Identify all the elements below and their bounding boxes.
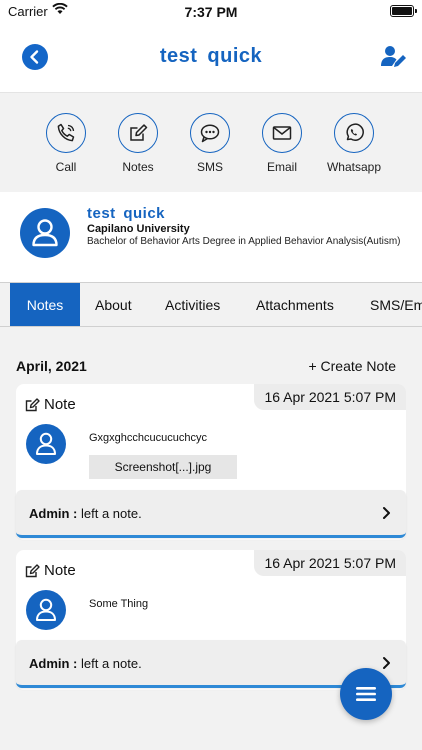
note-type-label: Note (44, 562, 76, 579)
edit-icon (25, 397, 40, 411)
avatar (20, 208, 70, 258)
chat-bubble-icon (200, 124, 220, 143)
note-type-label: Note (44, 396, 76, 413)
note-date: 16 Apr 2021 5:07 PM (254, 384, 406, 410)
tab-activities[interactable]: Activities (165, 283, 220, 326)
notes-label: Notes (122, 160, 154, 174)
user-icon (32, 219, 58, 247)
avatar (26, 590, 66, 630)
user-edit-icon[interactable] (380, 44, 408, 70)
tab-bar: Notes About Activities Attachments SMS/E… (0, 282, 422, 327)
note-card[interactable]: 16 Apr 2021 5:07 PM Note Gxgxghcchcucucu… (16, 384, 406, 540)
envelope-icon (272, 126, 292, 140)
month-heading: April, 2021 (16, 358, 87, 374)
sms-label: SMS (196, 160, 223, 174)
edit-icon (130, 124, 148, 141)
quick-actions: Call Notes SMS Email Whatsapp (0, 92, 422, 192)
note-action: left a note. (81, 506, 142, 521)
create-note-button[interactable]: + Create Note (308, 358, 396, 374)
page-title: test quick (159, 45, 263, 67)
call-label: Call (55, 160, 77, 174)
navigation-bar: test quick (0, 24, 422, 92)
sms-button[interactable] (190, 113, 230, 153)
tab-sms-email[interactable]: SMS/Em (370, 283, 422, 326)
contact-name: test quick (87, 205, 166, 222)
tab-notes[interactable]: Notes (10, 283, 80, 326)
note-text: Some Thing (89, 598, 149, 610)
notes-button[interactable] (118, 113, 158, 153)
attachment-chip[interactable]: Screenshot[...].jpg (89, 455, 237, 479)
note-footer-text: Admin : left a note. (29, 656, 142, 671)
menu-icon (356, 687, 376, 701)
whatsapp-icon (346, 123, 364, 141)
contact-degree: Bachelor of Behavior Arts Degree in Appl… (87, 236, 401, 247)
note-author: Admin : (29, 506, 78, 521)
user-icon (36, 432, 56, 455)
note-type: Note (25, 562, 76, 579)
phone-icon (57, 123, 75, 142)
chevron-right-icon (383, 507, 390, 519)
note-footer[interactable]: Admin : left a note. (16, 490, 406, 538)
whatsapp-button[interactable] (334, 113, 374, 153)
contact-profile: test quick Capilano University Bachelor … (0, 192, 422, 282)
status-time: 7:37 PM (184, 4, 238, 20)
email-button[interactable] (262, 113, 302, 153)
plus-icon: + (308, 358, 317, 374)
note-type: Note (25, 396, 76, 413)
battery-icon (390, 5, 417, 17)
note-date: 16 Apr 2021 5:07 PM (254, 550, 406, 576)
note-text: Gxgxghcchcucucuchcyc (89, 432, 207, 444)
menu-fab-button[interactable] (340, 668, 392, 720)
sms-action[interactable]: SMS (170, 113, 250, 174)
create-note-label: Create Note (320, 358, 396, 374)
edit-icon (25, 563, 40, 577)
notes-action[interactable]: Notes (98, 113, 178, 174)
email-label: Email (266, 160, 297, 174)
note-author: Admin : (29, 656, 78, 671)
contact-organization: Capilano University (87, 223, 190, 235)
user-icon (36, 598, 56, 621)
call-button[interactable] (46, 113, 86, 153)
status-bar: Carrier 7:37 PM (0, 0, 422, 24)
whatsapp-label: Whatsapp (326, 160, 382, 174)
tab-attachments[interactable]: Attachments (256, 283, 334, 326)
whatsapp-action[interactable]: Whatsapp (314, 113, 394, 174)
call-action[interactable]: Call (26, 113, 106, 174)
tab-about[interactable]: About (95, 283, 132, 326)
note-footer-text: Admin : left a note. (29, 506, 142, 521)
note-action: left a note. (81, 656, 142, 671)
avatar (26, 424, 66, 464)
email-action[interactable]: Email (242, 113, 322, 174)
